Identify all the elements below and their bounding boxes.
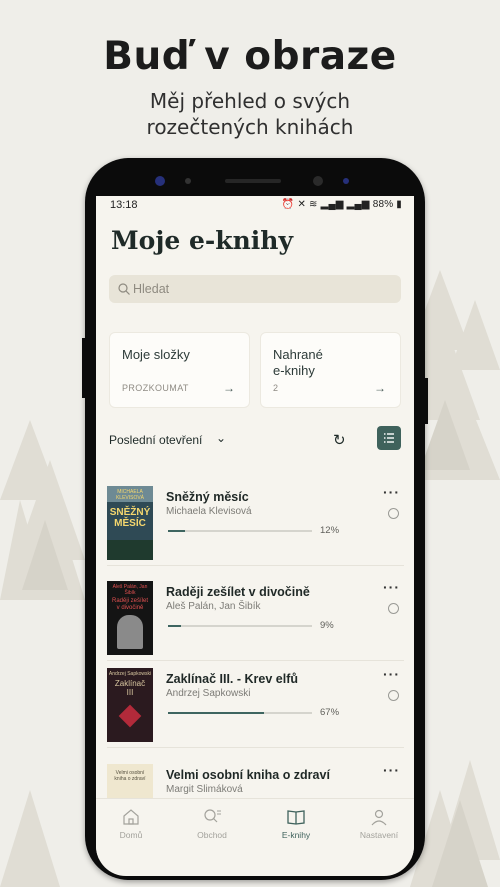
arrow-right-icon: →	[223, 381, 235, 395]
progress-fill	[168, 530, 186, 532]
sensor-icon	[185, 178, 191, 184]
book-title: Zaklínač III. - Krev elfů	[166, 672, 298, 686]
cover-author-text: Aleš Palán, Jan Šibík	[112, 584, 148, 596]
book-author: Margit Slimáková	[166, 784, 243, 795]
bottom-navigation: Domů Obchod E-knihy Nastavení	[96, 798, 414, 859]
search-placeholder: Hledat	[133, 282, 170, 296]
nav-item-shop[interactable]: Obchod	[182, 807, 242, 840]
page-title: Moje e-knihy	[111, 226, 293, 255]
list-view-button[interactable]	[377, 426, 401, 450]
status-icons: ⏰ ✕ ≋ ▂▄▆ ▂▄▆ 88% ▮	[282, 199, 402, 210]
explore-label: PROZKOUMAT	[122, 383, 189, 393]
promo-subline-line-1: Měj přehled o svých	[149, 89, 351, 113]
more-options-icon[interactable]: ···	[383, 484, 400, 500]
uploaded-ebooks-card[interactable]: Nahrané e-knihy 2 →	[260, 332, 401, 408]
book-cover-image: MICHAELA KLEVISOVÁ SNĚŽNÝ MĚSÍC	[107, 486, 153, 560]
uploaded-ebooks-label-line-2: e-knihy	[273, 363, 315, 378]
cover-title-line-1: Zaklínač	[114, 679, 146, 688]
book-title: Raději zešílet v divočině	[166, 585, 310, 599]
book-title: Sněžný měsíc	[166, 490, 249, 504]
cover-author-text: MICHAELA KLEVISOVÁ	[115, 489, 145, 501]
more-options-icon[interactable]: ···	[383, 666, 400, 682]
search-input[interactable]: Hledat	[109, 275, 401, 303]
chevron-down-icon[interactable]: ⌄	[216, 431, 226, 445]
cover-title-line-2: MĚSÍC	[114, 518, 146, 529]
download-icon[interactable]	[388, 508, 399, 519]
phone-frame: 13:18 ⏰ ✕ ≋ ▂▄▆ ▂▄▆ 88% ▮ Moje e-knihy H…	[82, 158, 428, 880]
nav-item-settings[interactable]: Nastavení	[349, 807, 409, 840]
cover-title-line-2: v divočině	[116, 605, 144, 611]
uploaded-ebooks-label: Nahrané e-knihy	[273, 347, 323, 379]
uploaded-count: 2	[273, 383, 279, 393]
progress-bar	[168, 625, 312, 627]
battery-level: 88%	[372, 199, 394, 210]
open-book-icon	[287, 810, 305, 825]
nav-label: Nastavení	[359, 830, 399, 840]
more-options-icon[interactable]: ···	[383, 579, 400, 595]
nav-item-home[interactable]: Domů	[101, 807, 161, 840]
progress-percent: 67%	[320, 707, 340, 718]
progress-percent: 12%	[320, 525, 340, 536]
proximity-sensor-icon	[343, 178, 349, 184]
home-icon	[123, 809, 139, 825]
iris-scanner-icon	[313, 176, 323, 186]
person-icon	[371, 809, 387, 826]
uploaded-ebooks-label-line-1: Nahrané	[273, 347, 323, 362]
cover-title-line-1: Raději zešílet	[111, 598, 149, 604]
progress-percent: 9%	[320, 620, 334, 631]
book-author: Michaela Klevisová	[166, 506, 252, 517]
status-bar: 13:18 ⏰ ✕ ≋ ▂▄▆ ▂▄▆ 88% ▮	[96, 196, 414, 216]
status-time: 13:18	[110, 199, 138, 211]
book-cover-image: Aleš Palán, Jan Šibík Raději zešílet v d…	[107, 581, 153, 655]
arrow-right-icon: →	[374, 381, 386, 395]
cover-title-line-1: SNĚŽNÝ	[109, 507, 151, 518]
book-row[interactable]: Andrzej Sapkowski Zaklínač III Zaklínač …	[96, 666, 414, 758]
volume-button	[82, 338, 86, 398]
earpiece-speaker	[225, 179, 281, 183]
book-author: Andrzej Sapkowski	[166, 688, 251, 699]
sort-dropdown[interactable]: Poslední otevření	[109, 433, 202, 447]
sort-toolbar: Poslední otevření ⌄ ↻	[109, 426, 401, 454]
download-icon[interactable]	[388, 690, 399, 701]
refresh-icon[interactable]: ↻	[333, 431, 346, 449]
download-icon[interactable]	[388, 603, 399, 614]
cover-title-line-2: III	[126, 688, 134, 697]
front-camera-icon	[155, 176, 165, 186]
book-row[interactable]: Aleš Palán, Jan Šibík Raději zešílet v d…	[96, 579, 414, 671]
progress-fill	[168, 625, 181, 627]
power-button	[424, 378, 428, 424]
promo-headline: Buď v obraze	[103, 34, 397, 79]
divider	[107, 565, 404, 566]
book-cover-image: Andrzej Sapkowski Zaklínač III	[107, 668, 153, 742]
nav-label: Obchod	[197, 830, 227, 840]
app-screen: 13:18 ⏰ ✕ ≋ ▂▄▆ ▂▄▆ 88% ▮ Moje e-knihy H…	[96, 196, 414, 876]
nav-label: Domů	[119, 830, 143, 840]
nav-label: E-knihy	[281, 830, 311, 840]
book-title: Velmi osobní kniha o zdraví	[166, 768, 330, 782]
search-icon	[118, 283, 130, 295]
my-folders-card[interactable]: Moje složky PROZKOUMAT →	[109, 332, 250, 408]
promo-subline: Měj přehled o svých rozečtených knihách	[0, 88, 500, 140]
cover-author-text: Andrzej Sapkowski	[108, 671, 152, 677]
status-symbols-icon: ⏰ ✕ ≋ ▂▄▆ ▂▄▆	[281, 199, 373, 210]
progress-fill	[168, 712, 265, 714]
my-folders-label: Moje složky	[122, 347, 190, 362]
progress-bar	[168, 712, 312, 714]
divider	[107, 747, 404, 748]
battery-icon: ▮	[393, 199, 402, 210]
more-options-icon[interactable]: ···	[383, 762, 400, 778]
nav-item-ebooks[interactable]: E-knihy	[266, 807, 326, 840]
divider	[107, 660, 404, 661]
promo-subline-line-2: rozečtených knihách	[146, 115, 354, 139]
progress-bar	[168, 530, 312, 532]
list-view-icon	[384, 433, 394, 443]
cover-title-line-2: kniha o zdraví	[114, 776, 146, 782]
book-author: Aleš Palán, Jan Šibík	[166, 601, 261, 612]
book-row[interactable]: MICHAELA KLEVISOVÁ SNĚŽNÝ MĚSÍC Sněžný m…	[96, 484, 414, 576]
shop-search-icon	[204, 809, 221, 823]
